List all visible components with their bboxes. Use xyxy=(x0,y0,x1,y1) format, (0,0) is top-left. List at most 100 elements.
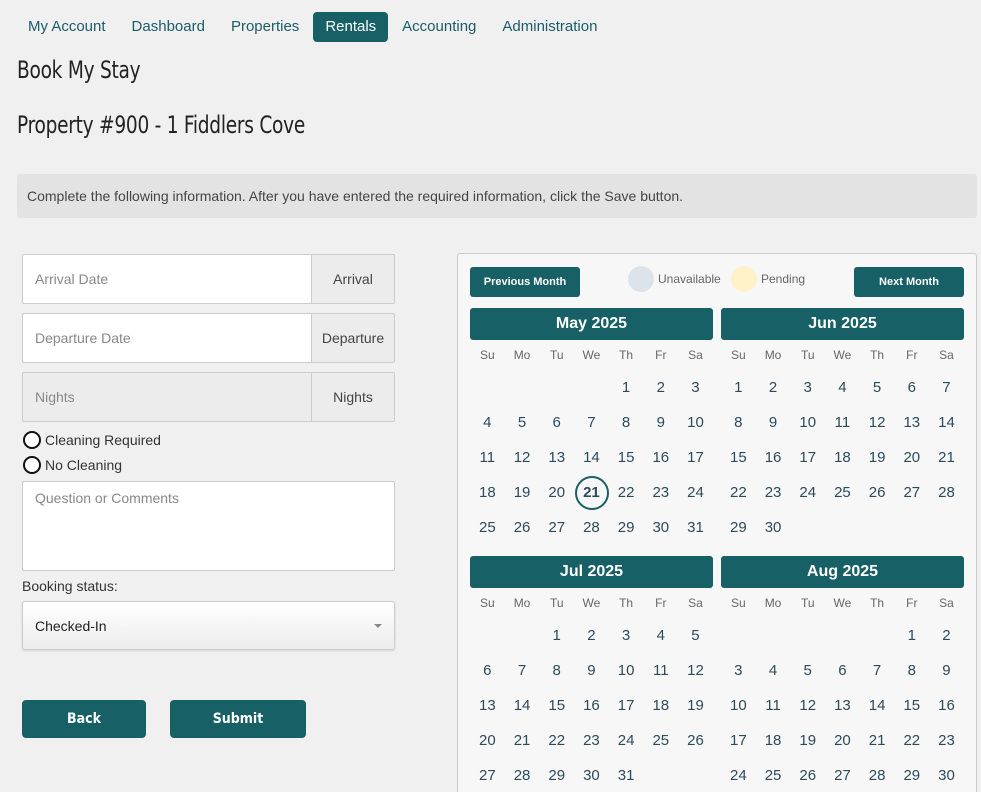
calendar-day[interactable]: 1 xyxy=(894,618,929,653)
next-month-button[interactable]: Next Month xyxy=(854,267,964,297)
calendar-day[interactable]: 23 xyxy=(756,475,791,510)
calendar-day[interactable]: 3 xyxy=(721,653,756,688)
calendar-day[interactable]: 19 xyxy=(790,723,825,758)
calendar-day[interactable]: 6 xyxy=(894,370,929,405)
calendar-day[interactable]: 15 xyxy=(721,440,756,475)
calendar-day[interactable]: 12 xyxy=(505,440,540,475)
calendar-day[interactable]: 2 xyxy=(574,618,609,653)
nav-rentals[interactable]: Rentals xyxy=(313,12,389,42)
comments-textarea[interactable] xyxy=(22,481,395,571)
calendar-day[interactable]: 21 xyxy=(505,723,540,758)
calendar-day[interactable]: 11 xyxy=(825,405,860,440)
calendar-day[interactable]: 2 xyxy=(929,618,964,653)
calendar-day[interactable]: 13 xyxy=(539,440,574,475)
calendar-day[interactable]: 20 xyxy=(894,440,929,475)
calendar-day[interactable]: 13 xyxy=(470,688,505,723)
calendar-day[interactable]: 2 xyxy=(643,370,678,405)
calendar-day[interactable]: 4 xyxy=(643,618,678,653)
calendar-day[interactable]: 5 xyxy=(790,653,825,688)
calendar-day[interactable]: 29 xyxy=(609,510,644,545)
calendar-day[interactable]: 22 xyxy=(609,475,644,510)
calendar-day[interactable]: 31 xyxy=(609,758,644,792)
calendar-day[interactable]: 8 xyxy=(721,405,756,440)
calendar-day[interactable]: 11 xyxy=(643,653,678,688)
calendar-day[interactable]: 5 xyxy=(860,370,895,405)
no-cleaning-radio[interactable]: No Cleaning xyxy=(23,456,122,474)
calendar-day[interactable]: 22 xyxy=(721,475,756,510)
calendar-day[interactable]: 10 xyxy=(609,653,644,688)
calendar-day[interactable]: 20 xyxy=(470,723,505,758)
calendar-day[interactable]: 12 xyxy=(678,653,713,688)
nav-dashboard[interactable]: Dashboard xyxy=(120,12,217,42)
calendar-day[interactable]: 30 xyxy=(756,510,791,545)
calendar-day[interactable]: 14 xyxy=(929,405,964,440)
calendar-day[interactable]: 31 xyxy=(678,510,713,545)
calendar-day[interactable]: 11 xyxy=(756,688,791,723)
calendar-day[interactable]: 7 xyxy=(860,653,895,688)
calendar-day[interactable]: 26 xyxy=(505,510,540,545)
calendar-day[interactable]: 14 xyxy=(860,688,895,723)
calendar-day[interactable]: 6 xyxy=(825,653,860,688)
nav-administration[interactable]: Administration xyxy=(490,12,609,42)
back-button[interactable]: Back xyxy=(22,700,146,738)
calendar-day[interactable]: 29 xyxy=(721,510,756,545)
calendar-day[interactable]: 23 xyxy=(574,723,609,758)
calendar-day[interactable]: 3 xyxy=(609,618,644,653)
calendar-day[interactable]: 25 xyxy=(643,723,678,758)
calendar-day[interactable]: 13 xyxy=(825,688,860,723)
calendar-day[interactable]: 19 xyxy=(860,440,895,475)
calendar-day[interactable]: 20 xyxy=(539,475,574,510)
cleaning-required-radio[interactable]: Cleaning Required xyxy=(23,431,161,449)
calendar-day[interactable]: 9 xyxy=(643,405,678,440)
calendar-day[interactable]: 17 xyxy=(678,440,713,475)
calendar-day[interactable]: 15 xyxy=(539,688,574,723)
calendar-day[interactable]: 21 xyxy=(929,440,964,475)
arrival-date-input[interactable] xyxy=(22,254,311,304)
calendar-day[interactable]: 18 xyxy=(643,688,678,723)
calendar-day[interactable]: 30 xyxy=(643,510,678,545)
calendar-day[interactable]: 4 xyxy=(825,370,860,405)
calendar-day[interactable]: 26 xyxy=(790,758,825,792)
calendar-day[interactable]: 23 xyxy=(929,723,964,758)
calendar-day[interactable]: 16 xyxy=(756,440,791,475)
calendar-day[interactable]: 29 xyxy=(539,758,574,792)
calendar-day[interactable]: 12 xyxy=(860,405,895,440)
calendar-day[interactable]: 18 xyxy=(756,723,791,758)
calendar-day[interactable]: 12 xyxy=(790,688,825,723)
calendar-day[interactable]: 7 xyxy=(929,370,964,405)
calendar-day[interactable]: 5 xyxy=(678,618,713,653)
calendar-day[interactable]: 27 xyxy=(894,475,929,510)
calendar-day[interactable]: 8 xyxy=(539,653,574,688)
calendar-day[interactable]: 18 xyxy=(825,440,860,475)
calendar-day[interactable]: 5 xyxy=(505,405,540,440)
submit-button[interactable]: Submit xyxy=(170,700,306,738)
calendar-day[interactable]: 28 xyxy=(574,510,609,545)
nav-properties[interactable]: Properties xyxy=(219,12,311,42)
calendar-day[interactable]: 28 xyxy=(860,758,895,792)
calendar-day[interactable]: 24 xyxy=(609,723,644,758)
calendar-day[interactable]: 25 xyxy=(756,758,791,792)
calendar-day[interactable]: 28 xyxy=(505,758,540,792)
calendar-day-today[interactable]: 21 xyxy=(574,475,609,510)
calendar-day[interactable]: 30 xyxy=(574,758,609,792)
calendar-day[interactable]: 9 xyxy=(574,653,609,688)
calendar-day[interactable]: 8 xyxy=(609,405,644,440)
calendar-day[interactable]: 26 xyxy=(860,475,895,510)
calendar-day[interactable]: 16 xyxy=(574,688,609,723)
calendar-day[interactable]: 17 xyxy=(721,723,756,758)
nav-accounting[interactable]: Accounting xyxy=(390,12,488,42)
nav-my-account[interactable]: My Account xyxy=(16,12,118,42)
calendar-day[interactable]: 21 xyxy=(860,723,895,758)
calendar-day[interactable]: 25 xyxy=(470,510,505,545)
calendar-day[interactable]: 1 xyxy=(609,370,644,405)
calendar-day[interactable]: 13 xyxy=(894,405,929,440)
calendar-day[interactable]: 14 xyxy=(505,688,540,723)
calendar-day[interactable]: 27 xyxy=(539,510,574,545)
calendar-day[interactable]: 30 xyxy=(929,758,964,792)
calendar-day[interactable]: 24 xyxy=(678,475,713,510)
calendar-day[interactable]: 19 xyxy=(505,475,540,510)
calendar-day[interactable]: 22 xyxy=(894,723,929,758)
calendar-day[interactable]: 20 xyxy=(825,723,860,758)
calendar-day[interactable]: 10 xyxy=(790,405,825,440)
calendar-day[interactable]: 3 xyxy=(790,370,825,405)
